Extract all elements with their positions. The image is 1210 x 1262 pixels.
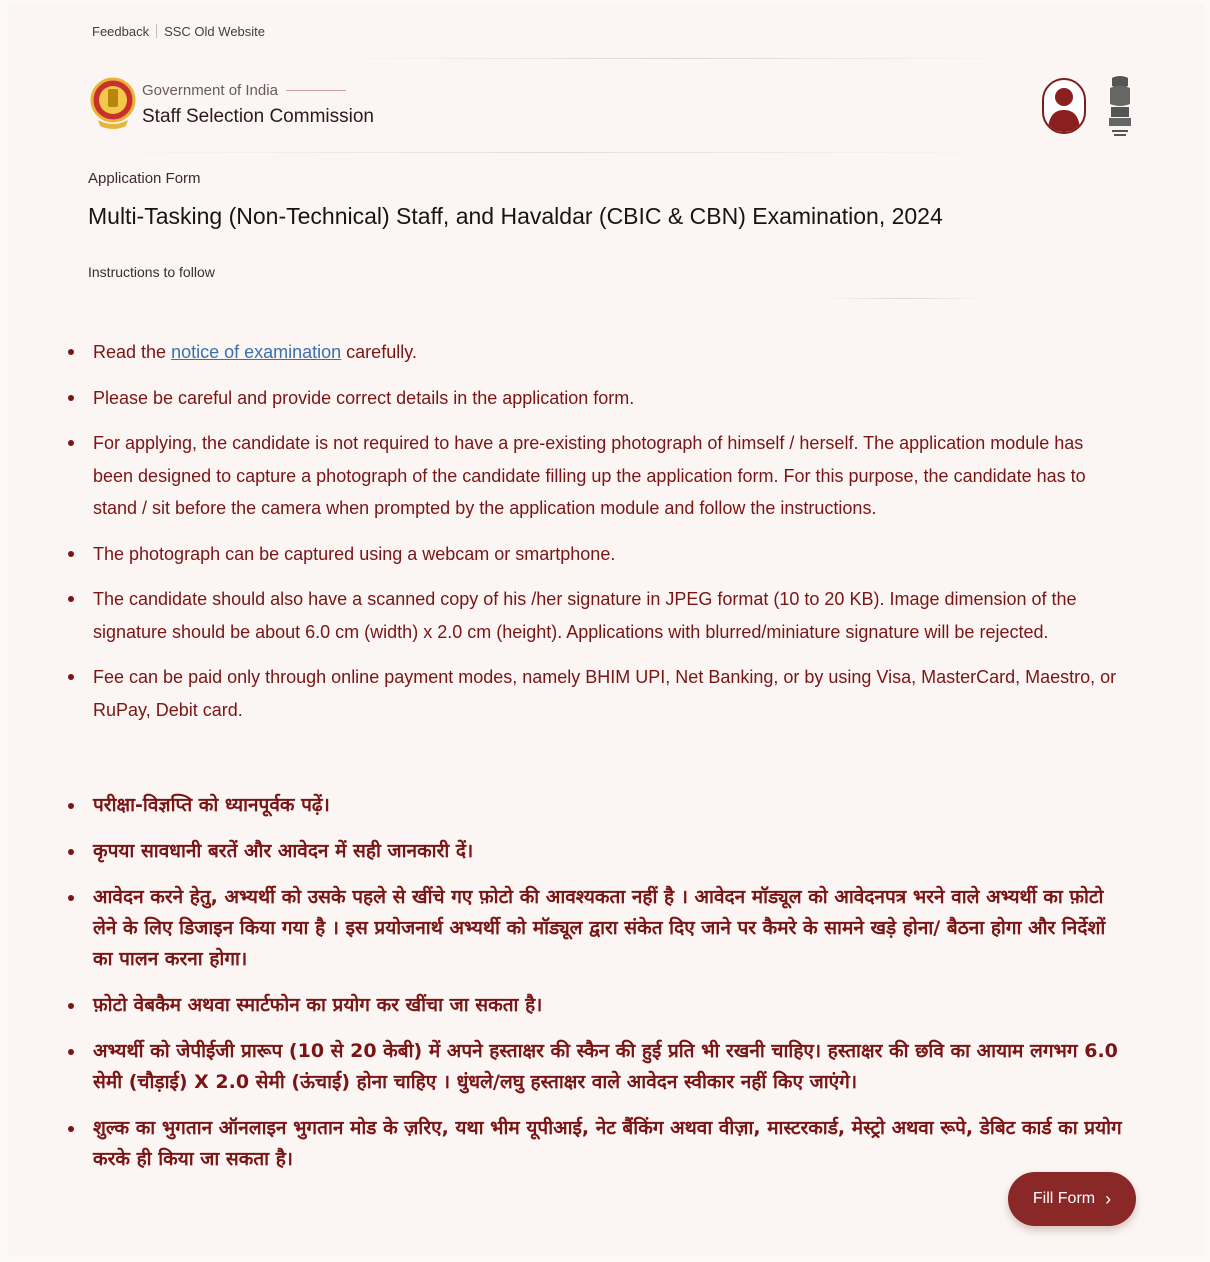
list-item: Read the notice of examination carefully…	[66, 336, 1126, 369]
notice-of-examination-link[interactable]: notice of examination	[171, 342, 341, 362]
list-item: फ़ोटो वेबकैम अथवा स्मार्टफोन का प्रयोग क…	[66, 990, 1126, 1021]
government-line: Government of India	[142, 82, 346, 99]
government-dash	[285, 90, 346, 91]
government-label: Government of India	[142, 82, 278, 99]
top-links: Feedback SSC Old Website	[92, 24, 265, 39]
fill-form-label: Fill Form	[1032, 1190, 1096, 1207]
chevron-right-icon: ›	[1105, 1189, 1112, 1209]
list-item: कृपया सावधानी बरतें और आवेदन में सही जान…	[66, 836, 1126, 867]
list-item: परीक्षा-विज्ञप्ति को ध्यानपूर्वक पढ़ें।	[66, 790, 1126, 821]
list-item: Please be careful and provide correct de…	[66, 382, 1126, 415]
user-avatar-icon[interactable]	[1042, 78, 1086, 134]
section-divider	[88, 152, 1018, 153]
exam-title: Multi-Tasking (Non-Technical) Staff, and…	[88, 203, 943, 229]
list-item: शुल्क का भुगतान ऑनलाइन भुगतान मोड के ज़र…	[66, 1113, 1126, 1175]
ashoka-emblem-icon	[1109, 76, 1131, 136]
organization-name: Staff Selection Commission	[142, 106, 374, 127]
feedback-link[interactable]: Feedback	[92, 24, 149, 39]
notice-text-before: Read the	[93, 342, 172, 362]
instructions-english: Read the notice of examination carefully…	[66, 336, 1126, 739]
list-item: आवेदन करने हेतु, अभ्यर्थी को उसके पहले स…	[66, 882, 1126, 975]
old-website-link[interactable]: SSC Old Website	[164, 24, 265, 39]
notice-text-after: carefully.	[341, 342, 417, 362]
ssc-emblem-icon[interactable]	[90, 74, 136, 130]
list-item: For applying, the candidate is not requi…	[66, 427, 1126, 525]
list-item: The photograph can be captured using a w…	[66, 538, 1126, 571]
header-divider	[330, 58, 1020, 59]
fill-form-button[interactable]: Fill Form ›	[1008, 1172, 1136, 1226]
instructions-hindi: परीक्षा-विज्ञप्ति को ध्यानपूर्वक पढ़ें। …	[66, 790, 1126, 1190]
list-item: Fee can be paid only through online paym…	[66, 661, 1126, 726]
link-separator	[156, 24, 158, 38]
list-item: The candidate should also have a scanned…	[66, 583, 1126, 648]
instructions-divider	[820, 298, 990, 299]
list-item: अभ्यर्थी को जेपीईजी प्रारूप (10 से 20 के…	[66, 1036, 1126, 1098]
application-form-label: Application Form	[88, 170, 201, 187]
instructions-label: Instructions to follow	[88, 264, 215, 280]
